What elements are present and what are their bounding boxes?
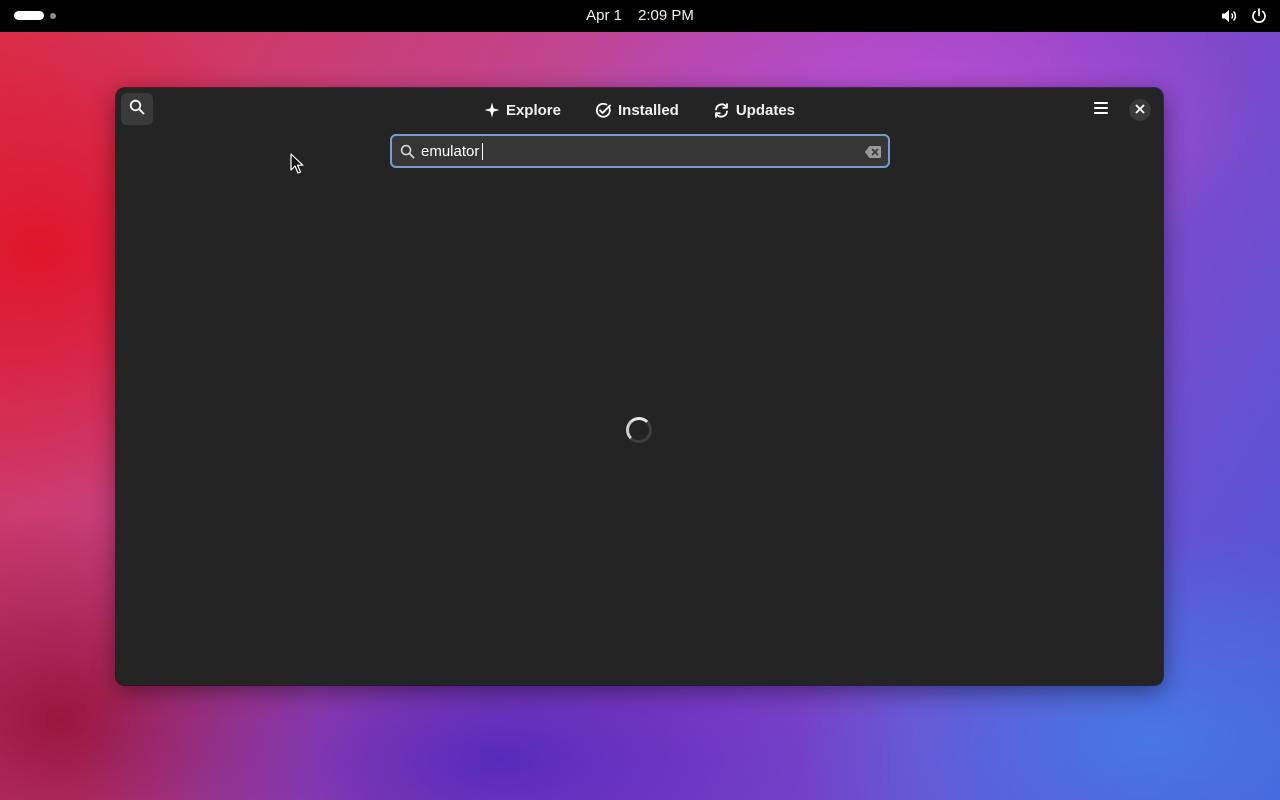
search-field-icon: [400, 144, 415, 164]
tab-updates[interactable]: Updates: [705, 96, 803, 124]
installed-check-icon: [595, 102, 612, 119]
search-input[interactable]: [421, 140, 851, 162]
clear-search-icon[interactable]: [864, 145, 882, 164]
updates-refresh-icon: [713, 102, 730, 119]
tab-explore[interactable]: Explore: [476, 96, 569, 124]
view-switcher: Explore Installed Updates: [116, 96, 1163, 124]
clock-button[interactable]: Apr 1 2:09 PM: [0, 7, 1280, 24]
software-window: Explore Installed Updates emulator: [116, 88, 1163, 685]
clock-time: 2:09 PM: [637, 7, 694, 24]
tab-updates-label: Updates: [735, 101, 796, 119]
search-bar[interactable]: [390, 134, 890, 168]
top-bar: Apr 1 2:09 PM: [0, 0, 1280, 32]
text-caret: [482, 143, 483, 160]
clock-date: Apr 1: [586, 7, 622, 24]
system-tray[interactable]: [1220, 7, 1268, 25]
power-icon[interactable]: [1250, 7, 1268, 25]
tab-installed-label: Installed: [617, 101, 679, 119]
header-bar: Explore Installed Updates: [116, 88, 1163, 132]
close-icon: [1135, 101, 1145, 119]
tab-explore-label: Explore: [505, 101, 561, 119]
volume-icon[interactable]: [1220, 7, 1238, 25]
hamburger-menu-icon: [1093, 101, 1109, 120]
explore-sparkle-icon: [484, 102, 500, 118]
mouse-pointer-icon: [290, 153, 304, 180]
tab-installed[interactable]: Installed: [587, 96, 687, 124]
close-window-button[interactable]: [1129, 99, 1151, 121]
loading-spinner: [626, 417, 652, 443]
main-menu-button[interactable]: [1087, 96, 1115, 124]
